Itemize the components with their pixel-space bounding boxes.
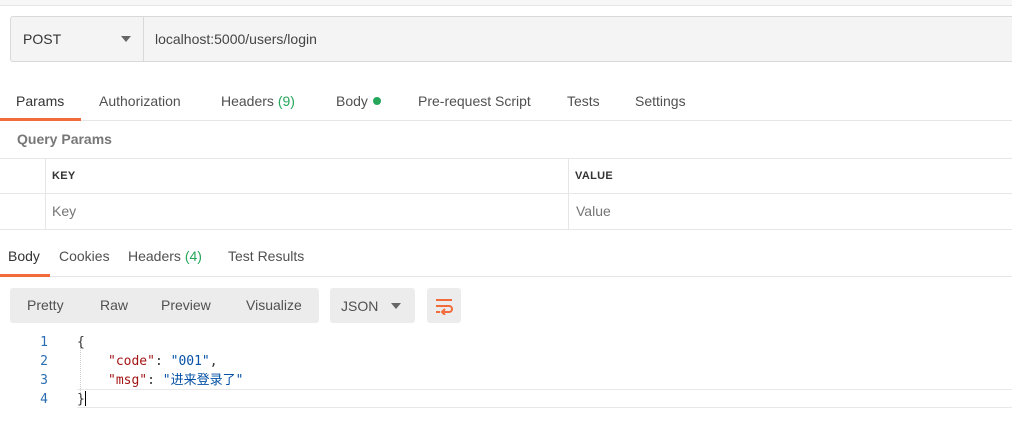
json-key: "msg" <box>108 373 148 388</box>
tab-settings-label: Settings <box>635 93 686 109</box>
json-value: "进来登录了" <box>162 373 244 388</box>
line-number: 4 <box>40 392 48 407</box>
tab-tests[interactable]: Tests <box>567 82 600 121</box>
code-line: "msg": "进来登录了" <box>108 373 244 388</box>
request-tabs: Params Authorization Headers (9) Body Pr… <box>0 82 1012 121</box>
tab-pre-request-script[interactable]: Pre-request Script <box>418 82 531 121</box>
tab-authorization-label: Authorization <box>99 93 181 109</box>
code-line: "code": "001", <box>108 354 218 369</box>
column-divider <box>568 158 569 230</box>
method-label: POST <box>23 31 62 47</box>
response-tab-cookies[interactable]: Cookies <box>59 237 110 276</box>
query-params-title: Query Params <box>17 131 112 147</box>
top-strip <box>0 0 1012 6</box>
tab-pre-request-label: Pre-request Script <box>418 93 531 109</box>
code-line: } <box>77 390 86 409</box>
view-mode-preview[interactable]: Preview <box>161 288 211 323</box>
key-input[interactable] <box>52 194 552 229</box>
view-mode-visualize[interactable]: Visualize <box>246 288 302 323</box>
response-active-tab-indicator <box>0 274 50 277</box>
wrap-lines-button[interactable] <box>427 288 461 323</box>
code-line: { <box>77 333 85 352</box>
tab-authorization[interactable]: Authorization <box>99 82 181 121</box>
json-comma: , <box>209 354 218 369</box>
view-mode-segmented-control: Pretty Raw Preview Visualize <box>10 288 319 323</box>
format-select-label: JSON <box>341 297 379 314</box>
response-body-viewer[interactable]: 1 2 3 4 { "code": "001", "msg": "进来登录了" … <box>0 333 1012 423</box>
response-tabs: Body Cookies Headers (4) Test Results <box>0 237 1012 277</box>
request-bar: POST localhost:5000/users/login <box>10 16 1012 62</box>
json-value: "001" <box>170 354 210 369</box>
tab-settings[interactable]: Settings <box>635 82 686 121</box>
view-mode-pretty[interactable]: Pretty <box>27 288 64 323</box>
value-column-header: VALUE <box>575 170 613 182</box>
json-key: "code" <box>108 354 155 369</box>
response-tab-test-results-label: Test Results <box>228 248 305 264</box>
table-header-row: KEY VALUE <box>0 159 1012 194</box>
chevron-down-icon <box>391 302 401 309</box>
response-headers-count-badge: (4) <box>184 248 202 264</box>
tab-body[interactable]: Body <box>336 82 381 121</box>
tab-headers[interactable]: Headers (9) <box>221 82 295 121</box>
tab-params[interactable]: Params <box>16 82 64 121</box>
line-number: 2 <box>40 354 48 369</box>
text-cursor <box>84 391 86 406</box>
body-status-dot <box>372 97 381 105</box>
response-tab-headers[interactable]: Headers (4) <box>128 237 202 276</box>
view-mode-raw[interactable]: Raw <box>100 288 128 323</box>
line-number: 3 <box>40 373 48 388</box>
table-row <box>0 194 1012 229</box>
chevron-down-icon <box>121 36 131 42</box>
wrap-lines-icon <box>436 298 453 315</box>
response-tab-headers-label: Headers <box>128 248 181 264</box>
response-tab-test-results[interactable]: Test Results <box>228 237 304 276</box>
tab-headers-label: Headers <box>221 93 274 109</box>
line-number: 1 <box>40 335 48 350</box>
active-tab-indicator <box>0 118 81 121</box>
response-tab-body-label: Body <box>8 248 40 264</box>
json-close-brace: } <box>77 392 85 407</box>
format-select[interactable]: JSON <box>330 288 415 323</box>
headers-count-badge: (9) <box>277 93 295 109</box>
value-input[interactable] <box>576 194 996 229</box>
tab-body-label: Body <box>336 93 368 109</box>
response-tab-cookies-label: Cookies <box>59 248 110 264</box>
tab-params-label: Params <box>16 93 65 109</box>
tab-tests-label: Tests <box>567 93 600 109</box>
query-params-table: KEY VALUE <box>0 158 1012 230</box>
column-divider <box>45 158 46 230</box>
method-select[interactable]: POST <box>11 17 144 61</box>
key-column-header: KEY <box>52 170 76 182</box>
response-tab-body[interactable]: Body <box>8 237 40 276</box>
json-open-brace: { <box>77 335 85 350</box>
url-input[interactable]: localhost:5000/users/login <box>144 17 1012 61</box>
